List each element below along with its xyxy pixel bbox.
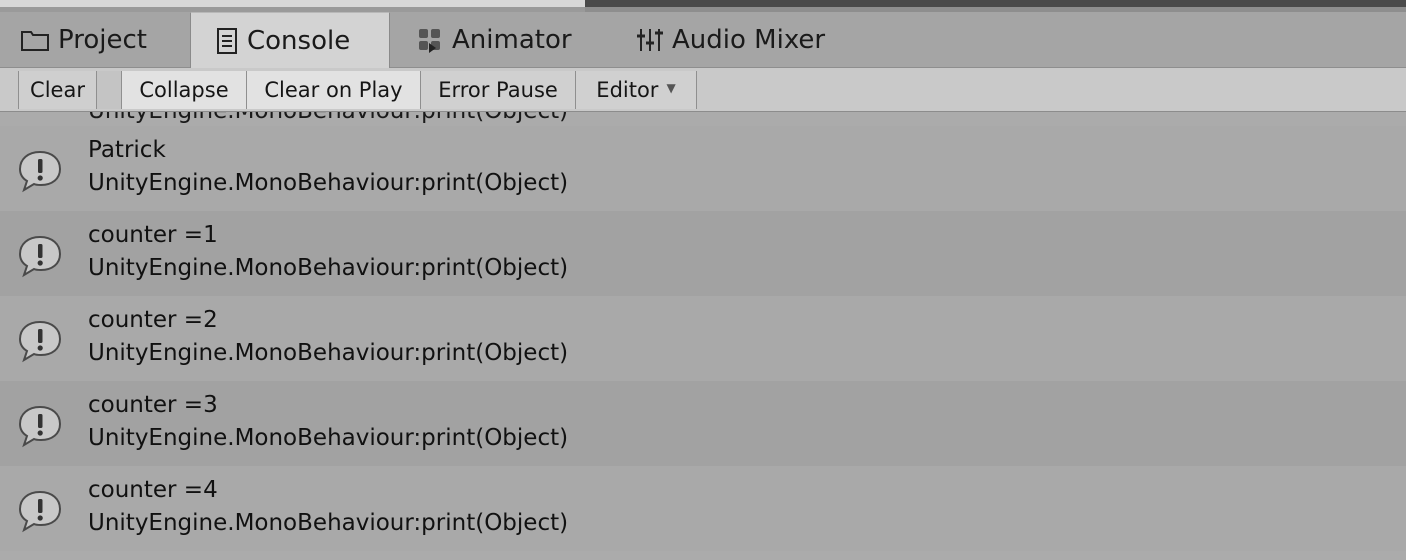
tab-animator[interactable]: Animator <box>416 12 572 67</box>
log-message: counter =1 <box>88 222 218 248</box>
tab-label: Animator <box>452 24 572 55</box>
editor-dropdown[interactable]: Editor ▼ <box>575 71 697 109</box>
tab-project[interactable]: Project <box>20 12 157 67</box>
clear-button[interactable]: Clear <box>18 71 97 109</box>
log-entry[interactable]: Patrick UnityEngine.MonoBehaviour:print(O… <box>0 126 1406 211</box>
top-strip-right <box>585 0 1406 7</box>
log-stack-trace: UnityEngine.MonoBehaviour:print(Object) <box>88 170 569 196</box>
log-entry[interactable]: counter =2 UnityEngine.MonoBehaviour:prin… <box>0 296 1406 381</box>
info-message-icon <box>16 233 64 279</box>
folder-icon <box>20 28 50 52</box>
info-message-icon <box>16 488 64 534</box>
tab-console[interactable]: Console <box>190 12 390 68</box>
error-pause-toggle[interactable]: Error Pause <box>420 71 576 109</box>
log-stack-trace: UnityEngine.MonoBehaviour:print(Object) <box>88 510 569 536</box>
dropdown-caret-icon: ▼ <box>666 81 676 95</box>
console-log-list[interactable]: UnityEngine.MonoBehaviour:print(Object) … <box>0 112 1406 560</box>
log-message: counter =4 <box>88 477 218 503</box>
toolbar-spacer <box>97 71 121 109</box>
editor-dropdown-label: Editor <box>596 78 659 102</box>
log-entry-partial: UnityEngine.MonoBehaviour:print(Object) <box>0 112 1406 126</box>
log-entry[interactable]: counter =1 UnityEngine.MonoBehaviour:prin… <box>0 211 1406 296</box>
clear-on-play-toggle[interactable]: Clear on Play <box>246 71 421 109</box>
window-top-strip <box>0 0 1406 12</box>
log-entry[interactable]: counter =4 UnityEngine.MonoBehaviour:prin… <box>0 466 1406 551</box>
info-message-icon <box>16 148 64 194</box>
audio-mixer-icon <box>636 26 664 54</box>
tab-label: Console <box>247 25 351 56</box>
tab-label: Audio Mixer <box>672 24 826 55</box>
panel-tab-bar: Project Console Animator Audio Mixer <box>0 12 1406 68</box>
log-message: Patrick <box>88 137 166 163</box>
console-icon <box>215 27 239 55</box>
log-stack-trace: UnityEngine.MonoBehaviour:print(Object) <box>88 340 569 366</box>
top-strip-left <box>0 0 585 12</box>
animator-icon <box>416 26 444 54</box>
info-message-icon <box>16 403 64 449</box>
collapse-toggle[interactable]: Collapse <box>121 71 247 109</box>
log-message: counter =3 <box>88 392 218 418</box>
log-stack-trace: UnityEngine.MonoBehaviour:print(Object) <box>88 425 569 451</box>
info-message-icon <box>16 318 64 364</box>
log-message: counter =2 <box>88 307 218 333</box>
console-toolbar: Clear Collapse Clear on Play Error Pause… <box>0 68 1406 112</box>
log-stack-trace: UnityEngine.MonoBehaviour:print(Object) <box>88 255 569 281</box>
tab-audio-mixer[interactable]: Audio Mixer <box>636 12 825 67</box>
tab-label: Project <box>58 24 147 55</box>
log-entry[interactable]: counter =3 UnityEngine.MonoBehaviour:prin… <box>0 381 1406 466</box>
